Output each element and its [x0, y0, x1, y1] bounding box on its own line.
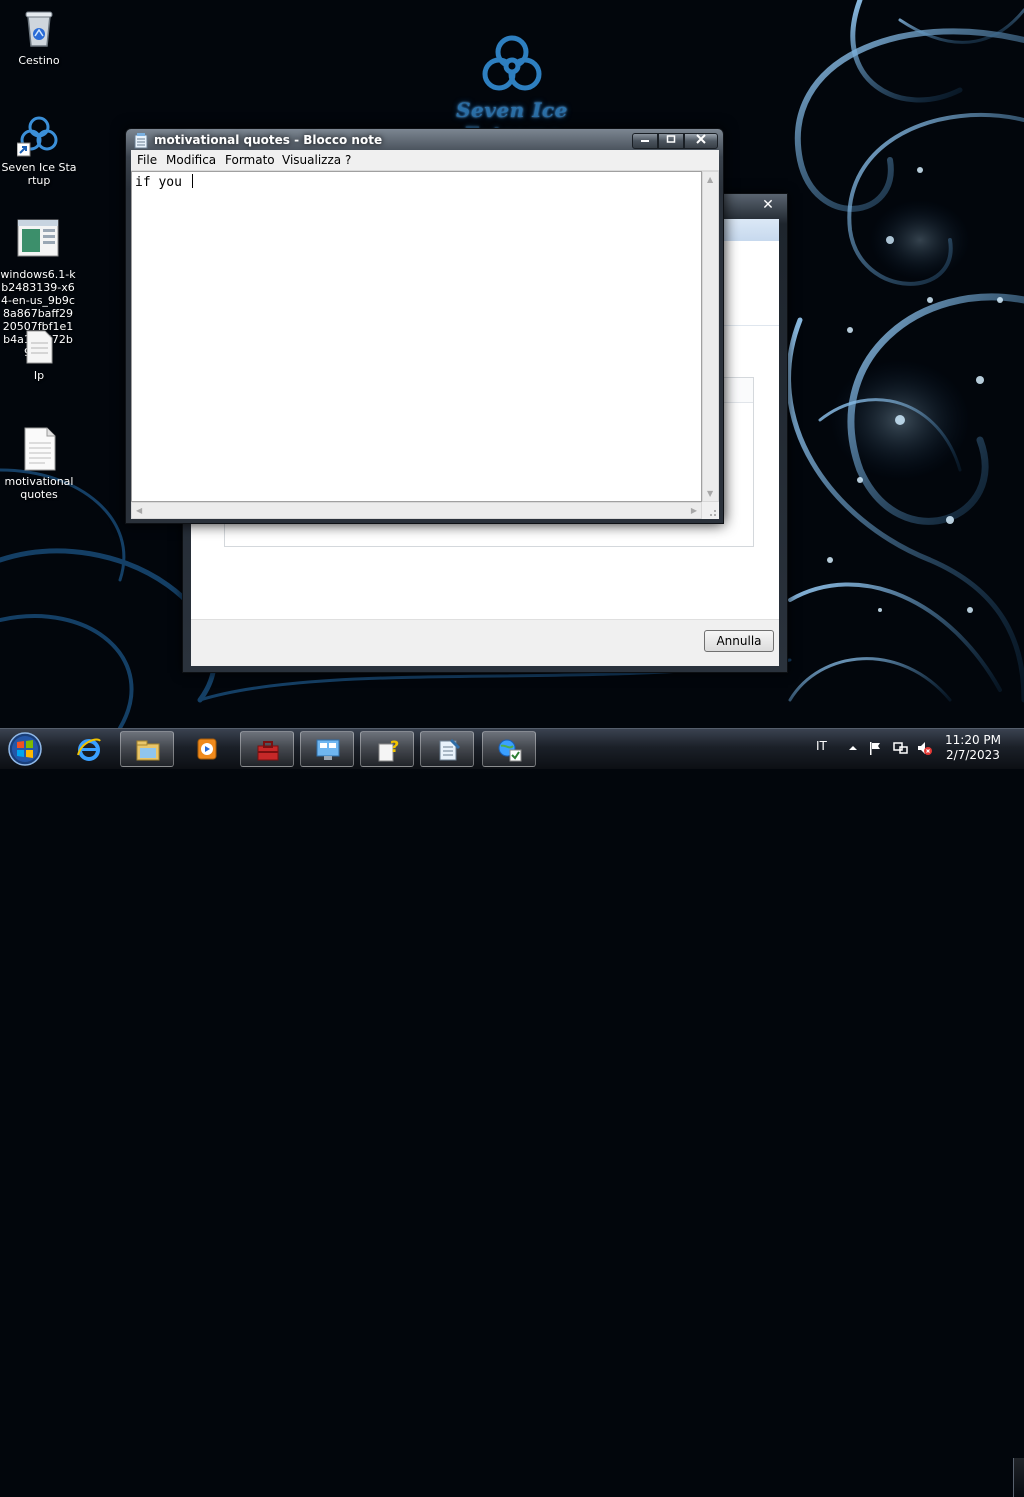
minimize-button[interactable]: [632, 133, 658, 149]
minimize-icon: [641, 140, 649, 142]
resize-grip[interactable]: [702, 502, 719, 519]
taskbar-internet-explorer[interactable]: [62, 731, 116, 767]
toolbox-icon: [257, 741, 279, 761]
document-text: if you: [135, 175, 190, 190]
cancel-button[interactable]: Annulla: [704, 630, 774, 652]
taskbar-file-explorer[interactable]: [120, 731, 174, 767]
svg-text:?: ?: [390, 738, 399, 756]
desktop-icon-label: motivational quotes: [4, 475, 74, 501]
taskbar-globe-checklist[interactable]: [482, 731, 536, 767]
scroll-down-icon[interactable]: ▼: [707, 489, 713, 498]
close-icon: [696, 134, 706, 144]
show-hidden-icons-icon[interactable]: [845, 740, 861, 756]
taskbar-help-document[interactable]: ?: [360, 731, 414, 767]
scroll-left-icon[interactable]: ◀: [136, 506, 142, 515]
notepad-icon: [439, 738, 461, 761]
dialog-footer: [191, 619, 779, 666]
system-clock[interactable]: 11:20 PM 2/7/2023: [940, 733, 1006, 763]
desktop-icon-label: Seven Ice Startup: [1, 161, 77, 187]
biohazard-shortcut-icon: [16, 113, 61, 157]
horizontal-scrollbar[interactable]: ◀ ▶: [131, 502, 702, 519]
globe-checklist-icon: [498, 739, 522, 762]
volume-muted-icon[interactable]: [916, 740, 932, 756]
menu-formato[interactable]: Formato: [225, 153, 275, 167]
control-panel-icon: [316, 739, 340, 760]
maximize-button[interactable]: [658, 133, 684, 149]
clock-date: 2/7/2023: [946, 748, 1000, 762]
text-caret: [191, 174, 193, 188]
recycle-bin-icon: [17, 6, 61, 50]
taskbar-toolbox[interactable]: [240, 731, 294, 767]
maximize-icon: [666, 135, 676, 143]
menu-help[interactable]: ?: [345, 153, 351, 167]
desktop-icon-seven-ice-startup[interactable]: Seven Ice Startup: [1, 113, 77, 187]
desktop-icon-motivational-quotes[interactable]: motivational quotes: [1, 427, 77, 501]
menu-bar: File Modifica Formato Visualizza ?: [131, 150, 719, 171]
desktop-icon-label: Ip: [33, 369, 45, 382]
taskbar-notepad[interactable]: [420, 731, 474, 767]
start-button[interactable]: [6, 731, 44, 767]
dialog-close-button[interactable]: ✕: [755, 197, 781, 215]
text-file-icon: [17, 427, 61, 471]
file-explorer-icon: [136, 740, 160, 761]
desktop-icon-ip[interactable]: Ip: [1, 329, 77, 382]
update-file-icon: [16, 218, 60, 262]
notepad-icon: [134, 133, 148, 149]
language-indicator[interactable]: IT: [816, 739, 827, 753]
window-title: motivational quotes - Blocco note: [154, 133, 383, 147]
scroll-right-icon[interactable]: ▶: [691, 506, 697, 515]
desktop-icon-label: Cestino: [18, 54, 60, 67]
taskbar-control-panel[interactable]: [300, 731, 354, 767]
scroll-up-icon[interactable]: ▲: [707, 175, 713, 184]
desktop-icon-recycle-bin[interactable]: Cestino: [1, 6, 77, 67]
media-player-icon: [197, 738, 217, 760]
taskbar-media-player[interactable]: [180, 731, 234, 767]
notepad-window[interactable]: motivational quotes - Blocco note File M…: [125, 128, 724, 524]
vertical-scrollbar[interactable]: ▲ ▼: [702, 171, 719, 502]
notepad-text-area[interactable]: if you: [131, 171, 702, 502]
menu-file[interactable]: File: [137, 153, 157, 167]
show-desktop-button[interactable]: [1013, 1458, 1024, 1497]
menu-modifica[interactable]: Modifica: [166, 153, 216, 167]
start-orb-icon: [8, 732, 42, 766]
action-center-flag-icon[interactable]: [867, 740, 883, 756]
network-icon[interactable]: [892, 740, 908, 756]
menu-visualizza[interactable]: Visualizza: [282, 153, 341, 167]
text-file-icon: [21, 329, 57, 365]
help-document-icon: ?: [378, 738, 399, 762]
clock-time: 11:20 PM: [945, 733, 1001, 747]
close-button[interactable]: [684, 133, 718, 149]
internet-explorer-icon: [77, 738, 101, 761]
